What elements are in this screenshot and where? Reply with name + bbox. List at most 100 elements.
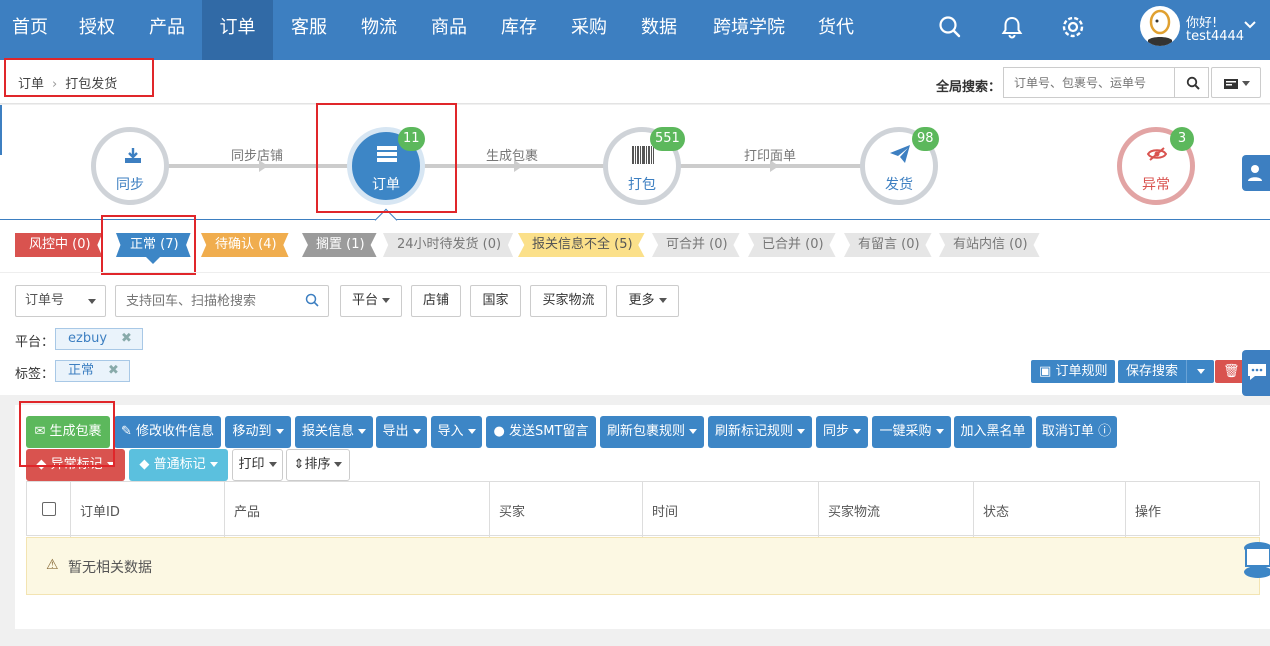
- column-actions: 操作: [1135, 505, 1162, 520]
- nav-item-logistics[interactable]: 物流: [348, 0, 410, 60]
- nav-item-inventory[interactable]: 库存: [488, 0, 550, 60]
- edit-icon: ✎: [120, 424, 132, 439]
- nav-item-products[interactable]: 产品: [136, 0, 198, 60]
- flow-step-label: 发货: [885, 177, 913, 193]
- import-dropdown[interactable]: 导入: [431, 416, 482, 448]
- export-dropdown[interactable]: 导出: [376, 416, 427, 448]
- send-smt-message-button[interactable]: ● 发送SMT留言: [486, 416, 596, 448]
- abnormal-tag-dropdown[interactable]: ◆ 异常标记: [26, 449, 125, 481]
- sort-dropdown[interactable]: ⇕排序: [286, 449, 350, 481]
- eye-slash-icon: [1147, 147, 1167, 161]
- nav-item-purchase[interactable]: 采购: [558, 0, 620, 60]
- buyer-logistics-filter-button[interactable]: 买家物流: [530, 285, 607, 317]
- add-blacklist-button[interactable]: 加入黑名单: [954, 416, 1032, 448]
- status-tab-hold[interactable]: 搁置 (1): [302, 233, 377, 257]
- platform-chip-label: 平台：: [15, 335, 55, 350]
- cancel-order-button[interactable]: 取消订单 ⓘ: [1036, 416, 1117, 448]
- status-tab-risk[interactable]: 风控中 (0): [15, 233, 103, 257]
- column-buyer[interactable]: 买家: [499, 501, 525, 520]
- flow-connector-label-generate-package: 生成包裹: [486, 149, 539, 164]
- column-order-id[interactable]: 订单ID: [80, 501, 120, 520]
- search-icon[interactable]: [937, 14, 963, 40]
- download-icon: [124, 148, 142, 164]
- username[interactable]: test4444: [1186, 29, 1244, 44]
- avatar[interactable]: [1140, 6, 1180, 46]
- card-icon: [1224, 79, 1238, 89]
- flow-connector-label-print-label: 打印面单: [744, 149, 797, 164]
- status-tab-normal[interactable]: 正常 (7): [116, 233, 191, 257]
- tag-chip: 正常 ✖: [55, 360, 130, 382]
- status-tab-inbox[interactable]: 有站内信 (0): [939, 233, 1040, 257]
- nav-item-data[interactable]: 数据: [628, 0, 690, 60]
- tag-icon: ◆: [139, 457, 150, 472]
- select-all-checkbox[interactable]: [42, 502, 56, 516]
- status-tab-merged[interactable]: 已合并 (0): [748, 233, 836, 257]
- column-time[interactable]: 时间: [652, 501, 678, 520]
- global-search-label: 全局搜索：: [936, 80, 1002, 95]
- chat-icon: ●: [493, 424, 505, 439]
- country-filter-button[interactable]: 国家: [470, 285, 521, 317]
- barcode-icon: [632, 146, 654, 164]
- remove-chip-icon[interactable]: ✖: [108, 363, 119, 378]
- sync-dropdown[interactable]: 同步: [816, 416, 868, 448]
- status-tab-customs-incomplete[interactable]: 报关信息不全 (5): [518, 233, 645, 257]
- status-tab-24h[interactable]: 24小时待发货 (0): [383, 233, 514, 257]
- nav-item-service[interactable]: 客服: [278, 0, 340, 60]
- tag-icon: ◆: [36, 457, 47, 472]
- gear-icon[interactable]: [1060, 14, 1086, 40]
- shop-filter-button[interactable]: 店铺: [411, 285, 461, 317]
- nav-item-home[interactable]: 首页: [0, 0, 60, 60]
- column-status[interactable]: 状态: [983, 501, 1009, 520]
- refresh-package-rules-dropdown[interactable]: 刷新包裹规则: [600, 416, 704, 448]
- search-field-select[interactable]: 订单号: [15, 285, 106, 317]
- search-icon[interactable]: [305, 293, 319, 307]
- flow-divider: [0, 219, 1270, 220]
- paper-plane-icon: [890, 145, 910, 163]
- customs-info-dropdown[interactable]: 报关信息: [295, 416, 373, 448]
- status-tab-message[interactable]: 有留言 (0): [844, 233, 932, 257]
- status-tab-mergeable[interactable]: 可合并 (0): [652, 233, 740, 257]
- nav-item-auth[interactable]: 授权: [66, 0, 128, 60]
- global-search-type-dropdown[interactable]: [1211, 67, 1261, 98]
- print-dropdown[interactable]: 打印: [232, 449, 283, 481]
- platform-dropdown[interactable]: 平台: [340, 285, 402, 317]
- empty-state: ⚠ 暂无相关数据: [26, 537, 1260, 595]
- order-rules-button[interactable]: ▣ 订单规则: [1031, 360, 1116, 383]
- column-product[interactable]: 产品: [234, 501, 260, 520]
- nav-item-goods[interactable]: 商品: [418, 0, 480, 60]
- more-filters-dropdown[interactable]: 更多: [616, 285, 679, 317]
- global-search-input[interactable]: [1003, 67, 1175, 98]
- remove-chip-icon[interactable]: ✖: [121, 331, 132, 346]
- save-search-button[interactable]: 保存搜索: [1118, 360, 1215, 383]
- bell-icon[interactable]: [999, 14, 1025, 40]
- mascot-icon[interactable]: [1236, 536, 1270, 582]
- global-search-button[interactable]: [1174, 67, 1209, 98]
- flow-step-label: 打包: [628, 177, 656, 193]
- chat-widget[interactable]: [1242, 350, 1270, 396]
- save-search-dropdown[interactable]: [1186, 360, 1214, 383]
- edit-receiver-button[interactable]: ✎ 修改收件信息: [114, 416, 221, 448]
- nav-item-orders[interactable]: 订单: [202, 0, 273, 60]
- refresh-tag-rules-dropdown[interactable]: 刷新标记规则: [708, 416, 812, 448]
- orders-table-header: 订单ID 产品 买家 时间 买家物流 状态 操作: [26, 481, 1260, 537]
- normal-tag-dropdown[interactable]: ◆ 普通标记: [129, 449, 228, 481]
- nav-item-forwarder[interactable]: 货代: [804, 0, 868, 60]
- chat-bubble-icon: [1248, 364, 1266, 380]
- chevron-down-icon[interactable]: [1244, 20, 1256, 30]
- order-search-input[interactable]: [115, 285, 329, 317]
- column-buyer-logistics[interactable]: 买家物流: [828, 501, 880, 520]
- left-accent-bar: [0, 105, 2, 155]
- status-tab-pending[interactable]: 待确认 (4): [201, 233, 289, 257]
- search-icon: [1186, 76, 1200, 90]
- nav-item-academy[interactable]: 跨境学院: [706, 0, 792, 60]
- one-click-purchase-dropdown[interactable]: 一键采购: [872, 416, 951, 448]
- top-nav: 首页 授权 产品 订单 客服 物流 商品 库存 采购 数据 跨境学院 货代 你好…: [0, 0, 1270, 60]
- platform-chip: ezbuy ✖: [55, 328, 143, 350]
- trash-icon: 🗑: [1223, 364, 1240, 379]
- generate-package-button[interactable]: ✉ 生成包裹: [26, 416, 110, 448]
- breadcrumb-root[interactable]: 订单: [18, 77, 44, 92]
- flow-step-sync[interactable]: 同步: [91, 127, 169, 205]
- badge-pack-count: 551: [650, 127, 685, 151]
- move-to-dropdown[interactable]: 移动到: [225, 416, 291, 448]
- contact-widget[interactable]: [1242, 155, 1270, 191]
